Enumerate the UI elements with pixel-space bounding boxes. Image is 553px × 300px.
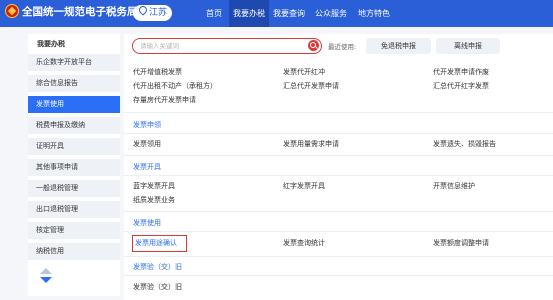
section-divider bbox=[124, 256, 553, 257]
link-blue-invoice[interactable]: 蓝字发票开具 bbox=[133, 182, 175, 191]
section-divider bbox=[124, 112, 553, 113]
quick-refund-filing-button[interactable]: 免退税申报 bbox=[366, 38, 431, 54]
sidebar-item-certificate[interactable]: 证明开具 bbox=[28, 138, 120, 155]
section-divider bbox=[124, 133, 553, 134]
sidebar-item-assessment[interactable]: 核定管理 bbox=[28, 222, 120, 239]
tax-bureau-page: 全国统一规范电子税务局 江苏 首页 我要办税 我要查询 公众服务 地方特色 我要… bbox=[0, 0, 553, 300]
scroll-down-icon[interactable] bbox=[40, 277, 52, 283]
link-lost-report[interactable]: 发票遗失、损毁报告 bbox=[433, 140, 496, 149]
link-red-invoice[interactable]: 红字发票开具 bbox=[283, 182, 325, 191]
section-divider bbox=[124, 275, 553, 276]
link-summary-red[interactable]: 汇总代开红字发票 bbox=[433, 82, 489, 91]
sidebar-scroll[interactable] bbox=[40, 268, 52, 284]
link-existing-house[interactable]: 存量房代开发票申请 bbox=[133, 96, 196, 105]
search-box[interactable]: 请输入关键词 bbox=[132, 38, 322, 54]
section-divider bbox=[124, 211, 553, 212]
recent-used-label: 最近使用: bbox=[328, 43, 357, 51]
link-paper-invoice[interactable]: 纸质发票业务 bbox=[133, 196, 175, 205]
section-divider bbox=[124, 231, 553, 232]
sidebar-item-invoice-use[interactable]: 发票使用 bbox=[28, 96, 120, 113]
link-quantity-request[interactable]: 发票用量需求申请 bbox=[283, 140, 339, 149]
sidebar-item-leqi-platform[interactable]: 乐企数字开放平台 bbox=[28, 54, 120, 71]
section-title-use: 发票使用 bbox=[133, 219, 161, 227]
search-input[interactable]: 请输入关键词 bbox=[140, 41, 179, 51]
quick-offline-filing-button[interactable]: 离线申报 bbox=[436, 38, 500, 54]
section-title-verify: 发票验（交）旧 bbox=[133, 263, 182, 271]
sidebar-item-export-refund[interactable]: 出口退税管理 bbox=[28, 201, 120, 218]
main-panel: 请输入关键词 最近使用: 免退税申报 离线申报 代开增值税发票 发票代开红冲 代… bbox=[124, 34, 553, 300]
section-title-issue: 发票开具 bbox=[133, 163, 161, 171]
link-purpose-confirm[interactable]: 发票用途确认 bbox=[135, 239, 177, 248]
location-pin-icon bbox=[137, 4, 149, 16]
sidebar: 我要办税 乐企数字开放平台 综合信息报告 发票使用 税费申报及缴纳 证明开具 其… bbox=[28, 34, 120, 296]
link-invoice-collection[interactable]: 发票领用 bbox=[133, 140, 161, 149]
scroll-up-icon[interactable] bbox=[40, 268, 52, 274]
sidebar-item-other-requests[interactable]: 其他事项申请 bbox=[28, 159, 120, 176]
section-divider bbox=[124, 175, 553, 176]
tax-emblem-icon bbox=[5, 4, 19, 18]
region-selector[interactable]: 江苏 bbox=[133, 4, 172, 21]
nav-home[interactable]: 首页 bbox=[197, 0, 231, 27]
site-title: 全国统一规范电子税务局 bbox=[22, 6, 138, 18]
sidebar-item-info-report[interactable]: 综合信息报告 bbox=[28, 75, 120, 92]
link-issue-vat-invoice[interactable]: 代开增值税发票 bbox=[133, 68, 182, 77]
nav-public-service[interactable]: 公众服务 bbox=[310, 0, 352, 27]
link-verify-old[interactable]: 发票验（交）旧 bbox=[133, 283, 182, 292]
nav-local-features[interactable]: 地方特色 bbox=[353, 0, 395, 27]
link-red-reversal[interactable]: 发票代开红冲 bbox=[283, 68, 325, 77]
link-query-stats[interactable]: 发票查询统计 bbox=[283, 239, 325, 248]
link-rental-property[interactable]: 代开出租不动产（承租方） bbox=[133, 82, 217, 91]
link-billing-info[interactable]: 开票信息维护 bbox=[433, 182, 475, 191]
sidebar-item-general-refund[interactable]: 一般退税管理 bbox=[28, 180, 120, 197]
section-title-apply: 发票申领 bbox=[133, 121, 161, 129]
sidebar-heading: 我要办税 bbox=[37, 40, 65, 48]
nav-tax-handling[interactable]: 我要办税 bbox=[229, 0, 269, 27]
link-void-request[interactable]: 代开发票申请作废 bbox=[433, 68, 489, 77]
section-divider bbox=[124, 155, 553, 156]
sidebar-item-tax-filing[interactable]: 税费申报及缴纳 bbox=[28, 117, 120, 134]
region-name: 江苏 bbox=[149, 8, 168, 18]
sidebar-item-credit[interactable]: 纳税信用 bbox=[28, 243, 120, 260]
link-summary-request[interactable]: 汇总代开发票申请 bbox=[283, 82, 339, 91]
search-icon[interactable] bbox=[308, 40, 319, 51]
top-header: 全国统一规范电子税务局 江苏 首页 我要办税 我要查询 公众服务 地方特色 bbox=[0, 0, 553, 27]
nav-query[interactable]: 我要查询 bbox=[269, 0, 309, 27]
link-quota-adjust[interactable]: 发票额度调整申请 bbox=[433, 239, 489, 248]
